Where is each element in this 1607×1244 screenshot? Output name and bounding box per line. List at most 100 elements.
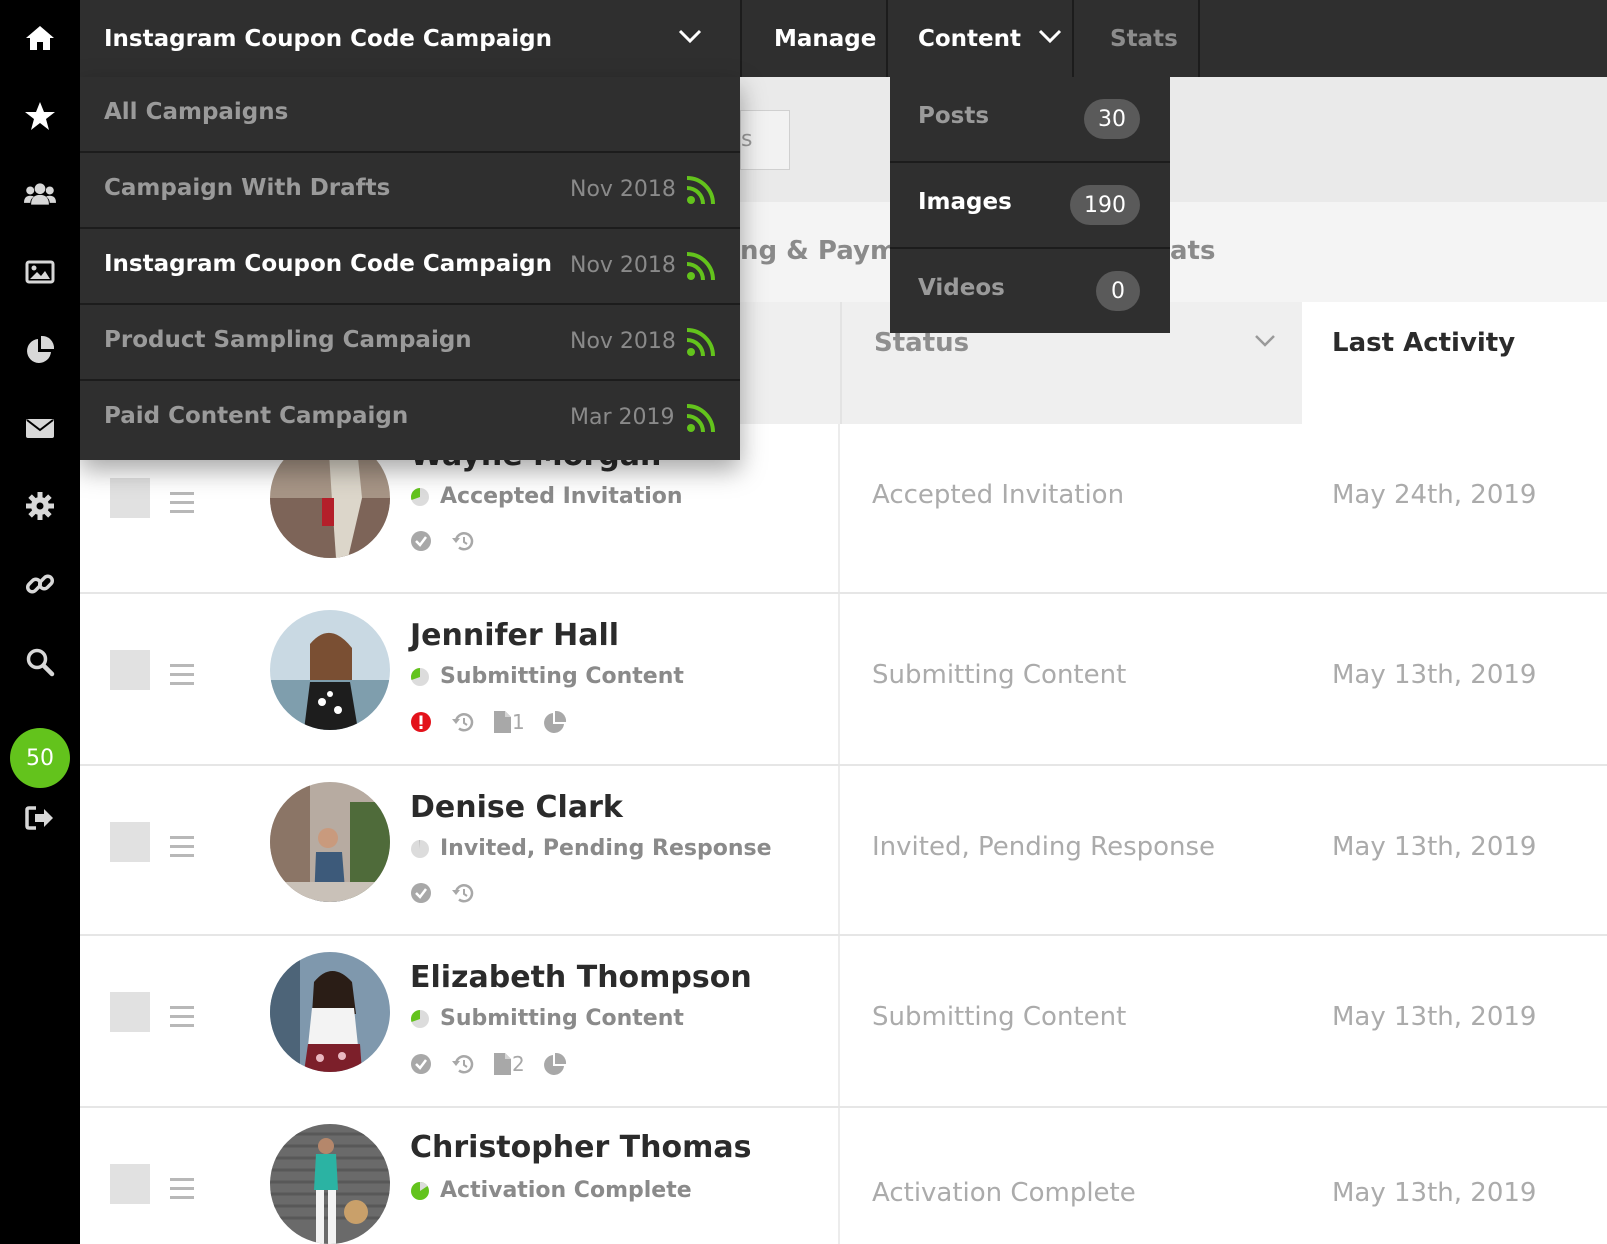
influencer-status-label: Accepted Invitation bbox=[440, 484, 683, 509]
pie-chart-icon bbox=[27, 335, 55, 363]
rss-icon bbox=[686, 404, 715, 433]
pie-icon[interactable] bbox=[543, 1052, 567, 1076]
history-icon[interactable] bbox=[450, 530, 474, 552]
campaign-option[interactable]: Campaign With Drafts Nov 2018 bbox=[80, 153, 740, 229]
check-circle-icon[interactable] bbox=[410, 882, 432, 904]
campaign-option-selected[interactable]: Instagram Coupon Code Campaign Nov 2018 bbox=[80, 229, 740, 305]
nav-settings[interactable] bbox=[0, 476, 80, 536]
tab-content[interactable]: Content bbox=[918, 0, 1088, 77]
nav-signout[interactable] bbox=[0, 788, 80, 848]
nav-reports[interactable] bbox=[0, 320, 80, 380]
row-action-icons bbox=[410, 882, 492, 904]
row-checkbox[interactable] bbox=[110, 478, 150, 518]
campaign-option-date: Nov 2018 bbox=[570, 177, 676, 202]
notification-count-badge[interactable]: 50 bbox=[10, 728, 70, 788]
content-option-posts[interactable]: Posts 30 bbox=[890, 77, 1170, 163]
nav-search[interactable] bbox=[0, 632, 80, 692]
status-cell: Invited, Pending Response bbox=[872, 832, 1216, 862]
drag-handle-icon[interactable] bbox=[170, 492, 194, 519]
content-option-images[interactable]: Images 190 bbox=[890, 163, 1170, 249]
content-option-label: Images bbox=[918, 189, 1012, 215]
campaign-option[interactable]: Paid Content Campaign Mar 2019 bbox=[80, 381, 740, 457]
file-icon[interactable]: 1 bbox=[492, 710, 525, 734]
drag-handle-icon[interactable] bbox=[170, 1178, 194, 1205]
table-row[interactable]: Jennifer Hall Submitting Content 1 Submi… bbox=[80, 594, 1607, 766]
nav-home[interactable] bbox=[0, 8, 80, 68]
tab-stats-section[interactable]: ats bbox=[1170, 236, 1215, 266]
signout-icon bbox=[25, 806, 53, 830]
influencer-status-label: Submitting Content bbox=[440, 1006, 684, 1031]
check-circle-icon[interactable] bbox=[410, 1053, 432, 1075]
file-count: 1 bbox=[512, 710, 525, 734]
campaign-option-date: Nov 2018 bbox=[570, 253, 676, 278]
influencer-name[interactable]: Elizabeth Thompson bbox=[410, 960, 752, 995]
count-badge: 190 bbox=[1070, 185, 1140, 225]
history-icon[interactable] bbox=[450, 1053, 474, 1075]
search-icon bbox=[26, 648, 55, 677]
tab-stats[interactable]: Stats bbox=[1110, 0, 1178, 77]
drag-handle-icon[interactable] bbox=[170, 1006, 194, 1033]
row-checkbox[interactable] bbox=[110, 992, 150, 1032]
row-action-icons: 1 bbox=[410, 710, 585, 734]
check-circle-icon[interactable] bbox=[410, 530, 432, 552]
search-input-peek-text: s bbox=[741, 127, 753, 152]
row-checkbox[interactable] bbox=[110, 650, 150, 690]
table-row[interactable]: Denise Clark Invited, Pending Response I… bbox=[80, 766, 1607, 936]
last-activity-cell: May 13th, 2019 bbox=[1332, 1178, 1537, 1208]
nav-messages[interactable] bbox=[0, 398, 80, 458]
nav-users[interactable] bbox=[0, 164, 80, 224]
file-icon[interactable]: 2 bbox=[492, 1052, 525, 1076]
campaign-option[interactable]: Product Sampling Campaign Nov 2018 bbox=[80, 305, 740, 381]
gear-icon bbox=[26, 492, 54, 520]
status-cell: Submitting Content bbox=[872, 1002, 1127, 1032]
star-icon bbox=[25, 102, 55, 130]
influencer-status: Submitting Content bbox=[410, 664, 684, 689]
last-activity-cell: May 13th, 2019 bbox=[1332, 660, 1537, 690]
avatar bbox=[270, 952, 390, 1072]
content-option-videos[interactable]: Videos 0 bbox=[890, 249, 1170, 335]
divider bbox=[1198, 0, 1200, 77]
status-cell: Submitting Content bbox=[872, 660, 1127, 690]
progress-pie-icon bbox=[411, 1181, 429, 1200]
table-row[interactable]: Elizabeth Thompson Submitting Content 2 … bbox=[80, 936, 1607, 1108]
campaign-option-date: Nov 2018 bbox=[570, 329, 676, 354]
row-action-icons: 2 bbox=[410, 1052, 585, 1076]
influencer-status-label: Activation Complete bbox=[440, 1178, 692, 1203]
last-activity-column-header[interactable]: Last Activity bbox=[1302, 302, 1607, 424]
influencer-name[interactable]: Jennifer Hall bbox=[410, 618, 619, 653]
row-checkbox[interactable] bbox=[110, 822, 150, 862]
search-input[interactable]: s bbox=[740, 110, 790, 170]
campaign-option-label: Campaign With Drafts bbox=[104, 175, 391, 201]
content-option-label: Posts bbox=[918, 103, 990, 129]
nav-links[interactable] bbox=[0, 554, 80, 614]
divider bbox=[886, 0, 888, 77]
avatar bbox=[270, 610, 390, 730]
table-row[interactable]: Christopher Thomas Activation Complete A… bbox=[80, 1108, 1607, 1244]
file-count: 2 bbox=[512, 1052, 525, 1076]
campaign-option-all[interactable]: All Campaigns bbox=[80, 77, 740, 153]
tab-manage[interactable]: Manage bbox=[774, 0, 876, 77]
divider bbox=[838, 936, 840, 1106]
image-icon bbox=[25, 260, 55, 284]
drag-handle-icon[interactable] bbox=[170, 836, 194, 863]
alert-icon[interactable] bbox=[410, 711, 432, 733]
campaign-option-date: Mar 2019 bbox=[570, 405, 675, 430]
last-activity-cell: May 13th, 2019 bbox=[1332, 1002, 1537, 1032]
history-icon[interactable] bbox=[450, 882, 474, 904]
progress-pie-icon bbox=[410, 1009, 429, 1028]
campaign-option-label: Paid Content Campaign bbox=[104, 403, 409, 429]
row-action-icons bbox=[410, 530, 492, 552]
tab-content-label: Content bbox=[918, 25, 1022, 52]
campaign-selector[interactable]: Instagram Coupon Code Campaign bbox=[104, 0, 704, 77]
history-icon[interactable] bbox=[450, 711, 474, 733]
campaign-option-label: Product Sampling Campaign bbox=[104, 327, 472, 353]
drag-handle-icon[interactable] bbox=[170, 664, 194, 691]
pie-icon[interactable] bbox=[543, 710, 567, 734]
nav-images[interactable] bbox=[0, 242, 80, 302]
nav-favorites[interactable] bbox=[0, 86, 80, 146]
avatar bbox=[270, 782, 390, 902]
influencer-name[interactable]: Christopher Thomas bbox=[410, 1130, 751, 1165]
row-checkbox[interactable] bbox=[110, 1164, 150, 1204]
influencer-name[interactable]: Denise Clark bbox=[410, 790, 623, 825]
tab-payments[interactable]: ng & Payme bbox=[740, 236, 915, 266]
